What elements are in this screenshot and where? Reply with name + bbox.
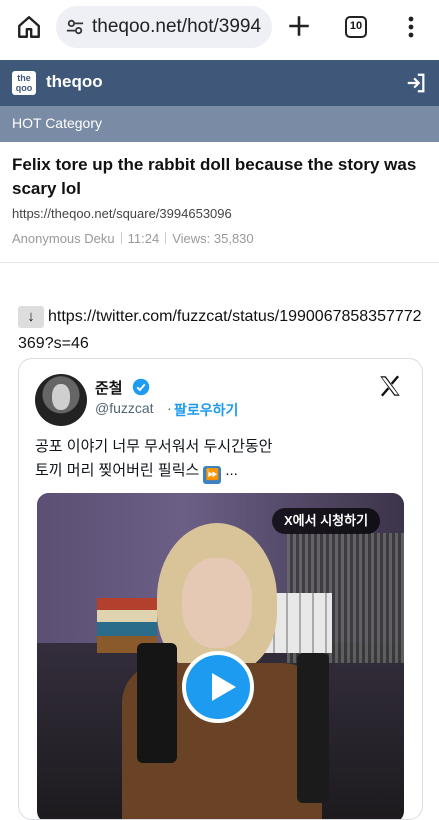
x-logo-icon[interactable] (377, 373, 403, 399)
category-bar[interactable]: HOT Category (0, 106, 439, 142)
article-source-url[interactable]: https://theqoo.net/square/3994653096 (12, 206, 232, 221)
view-count: Views: 35,830 (172, 231, 254, 246)
fast-forward-emoji-icon: ⏩ (203, 466, 222, 484)
author: Anonymous Deku (12, 231, 115, 246)
tweet-text-line1: 공포 이야기 너무 무서워서 두시간동안 (35, 438, 273, 455)
video-person-face (182, 558, 252, 648)
watch-on-x-button[interactable]: X에서 시청하기 (272, 508, 381, 534)
meta-divider (165, 232, 167, 244)
avatar[interactable] (35, 374, 87, 426)
tweet-text-ellipsis: ... (225, 462, 238, 479)
tweet-text-line2-a: 토끼 머리 찢어버린 필릭스 (35, 462, 200, 479)
login-icon[interactable] (405, 72, 427, 94)
tweet-text-line2: 토끼 머리 찢어버린 필릭스 ⏩... (35, 459, 405, 484)
url-text[interactable]: theqoo.net/hot/3994 (92, 16, 261, 38)
play-triangle (212, 673, 236, 701)
tweet-embed[interactable]: 준철 @fuzzcat · 팔로우하기 공포 이야기 너무 무서워서 두시간동안… (18, 358, 423, 820)
meta-divider (120, 232, 122, 244)
follow-button[interactable]: 팔로우하기 (174, 400, 238, 420)
more-vert-icon[interactable] (403, 14, 419, 40)
tweet-link[interactable]: https://twitter.com/fuzzcat/status/19900… (18, 308, 422, 352)
tweet-handle[interactable]: @fuzzcat (95, 400, 154, 416)
site-title[interactable]: theqoo (46, 72, 103, 92)
avatar-face (52, 384, 70, 410)
tweet-author-name[interactable]: 준철 (95, 377, 123, 398)
article-meta: Anonymous Deku 11:24 Views: 35,830 (12, 231, 254, 246)
category-label[interactable]: HOT Category (12, 115, 102, 131)
tweet-text: 공포 이야기 너무 무서워서 두시간동안 토끼 머리 찢어버린 필릭스 ⏩... (35, 435, 405, 484)
down-arrow-emoji: ↓ (18, 306, 44, 328)
new-tab-plus-icon[interactable] (286, 13, 312, 39)
content-divider (0, 262, 439, 263)
video-microphone-stand (297, 653, 329, 803)
tab-switcher-button[interactable]: 10 (345, 16, 367, 38)
article-body: ↓ https://twitter.com/fuzzcat/status/1990… (18, 303, 428, 357)
tune-icon[interactable] (66, 18, 84, 36)
video-microphone (137, 643, 177, 763)
verified-badge-icon (132, 378, 150, 396)
address-bar[interactable]: theqoo.net/hot/3994 (56, 6, 272, 48)
theqoo-logo[interactable]: the qoo (12, 71, 36, 95)
tweet-video-thumbnail[interactable]: X에서 시청하기 (37, 493, 404, 819)
play-button-icon[interactable] (182, 651, 254, 723)
site-header: the qoo theqoo (0, 60, 439, 106)
article-title: Felix tore up the rabbit doll because th… (12, 155, 417, 198)
browser-toolbar: theqoo.net/hot/3994 10 (0, 0, 439, 58)
tweet-separator-dot: · (167, 400, 172, 416)
home-icon[interactable] (16, 14, 42, 40)
post-time: 11:24 (127, 231, 160, 246)
